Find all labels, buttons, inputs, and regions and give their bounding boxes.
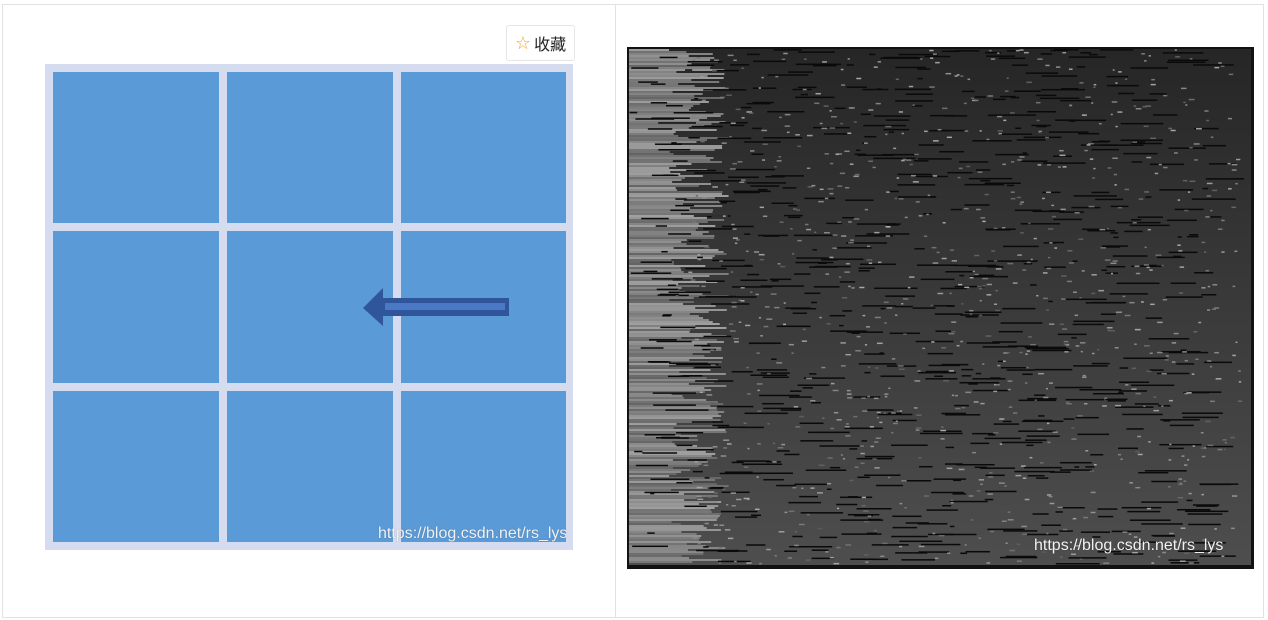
- noise-image: [627, 47, 1254, 569]
- grid-cell: [53, 72, 219, 223]
- grid-cell: [53, 391, 219, 542]
- collect-button[interactable]: ☆ 收藏: [506, 25, 575, 61]
- arrow-left-icon: [363, 288, 509, 326]
- collect-label: 收藏: [534, 37, 567, 54]
- watermark-text: https://blog.csdn.net/rs_lys: [378, 525, 568, 542]
- grid-cell: [227, 72, 393, 223]
- left-image-panel: ☆ 收藏 https://blog.csdn.net/rs_lys: [2, 4, 616, 618]
- watermark-text: https://blog.csdn.net/rs_lys: [1034, 537, 1224, 554]
- grid-cell: [401, 391, 566, 542]
- star-outline-icon: ☆: [514, 33, 532, 53]
- grid-cell: [401, 72, 566, 223]
- right-image-panel: https://blog.csdn.net/rs_lys: [615, 4, 1264, 618]
- grid-cell: [53, 231, 219, 383]
- grid-cell: [227, 391, 393, 542]
- noise-raster: [629, 49, 1251, 565]
